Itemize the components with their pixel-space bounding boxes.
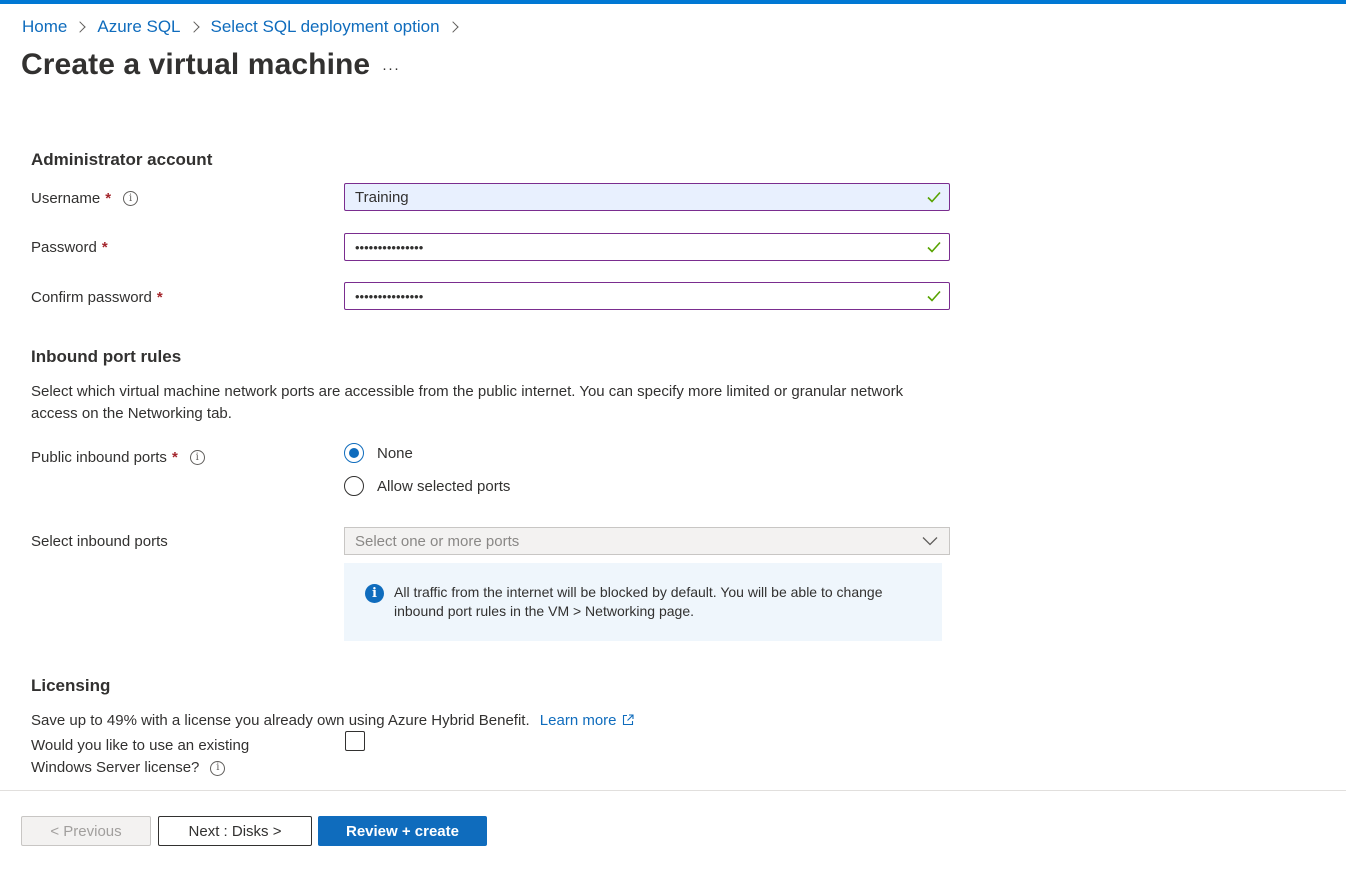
top-accent-bar <box>0 0 1346 4</box>
external-link-icon <box>622 714 634 726</box>
license-question-line2: Windows Server license? <box>31 759 200 776</box>
licensing-description-text: Save up to 49% with a license you alread… <box>31 712 530 729</box>
username-value[interactable]: Training <box>355 189 926 206</box>
public-inbound-label-text: Public inbound ports <box>31 449 167 466</box>
confirm-password-value[interactable]: ••••••••••••••• <box>355 289 926 304</box>
dropdown-placeholder[interactable]: Select one or more ports <box>355 533 922 550</box>
chevron-right-icon <box>74 21 87 33</box>
next-disks-button[interactable]: Next : Disks > <box>158 816 312 846</box>
page-title: Create a virtual machine <box>21 48 371 81</box>
info-icon[interactable]: i <box>189 450 205 465</box>
radio-label-none[interactable]: None <box>377 445 413 462</box>
required-mark: * <box>156 289 163 306</box>
radio-button-checked[interactable] <box>344 443 364 463</box>
confirm-password-label: Confirm password * <box>31 289 163 306</box>
chevron-right-icon <box>446 21 459 33</box>
password-label: Password * <box>31 239 108 256</box>
review-create-button[interactable]: Review + create <box>318 816 487 846</box>
required-mark: * <box>101 239 108 256</box>
info-icon: i <box>365 584 384 603</box>
required-mark: * <box>171 449 178 466</box>
section-title-inbound: Inbound port rules <box>31 347 182 366</box>
username-label-text: Username <box>31 190 101 207</box>
checkmark-icon <box>927 241 941 253</box>
license-question-line1: Would you like to use an existing <box>31 737 250 754</box>
required-mark: * <box>105 190 112 207</box>
previous-button[interactable]: < Previous <box>21 816 151 846</box>
radio-label-allow[interactable]: Allow selected ports <box>377 478 510 495</box>
inbound-description: Select which virtual machine network por… <box>31 383 904 422</box>
checkmark-icon <box>927 191 941 203</box>
confirm-password-label-text: Confirm password <box>31 289 152 306</box>
radio-allow-selected[interactable]: Allow selected ports <box>344 476 510 496</box>
password-label-text: Password <box>31 239 97 256</box>
info-message-bar: i All traffic from the internet will be … <box>344 563 942 641</box>
select-inbound-label: Select inbound ports <box>31 533 168 550</box>
inbound-ports-dropdown[interactable]: Select one or more ports <box>344 527 950 555</box>
learn-more-text[interactable]: Learn more <box>540 712 617 729</box>
radio-button[interactable] <box>344 476 364 496</box>
breadcrumb-select-deployment[interactable]: Select SQL deployment option <box>211 17 440 37</box>
public-inbound-label: Public inbound ports * i <box>31 449 205 466</box>
chevron-right-icon <box>187 21 200 33</box>
info-icon[interactable]: i <box>123 191 139 206</box>
section-title-admin: Administrator account <box>31 150 213 169</box>
radio-dot <box>349 448 359 458</box>
checkmark-icon <box>927 290 941 302</box>
confirm-password-field[interactable]: ••••••••••••••• <box>344 282 950 310</box>
chevron-down-icon <box>922 537 938 546</box>
license-question-line2-row: Windows Server license? i <box>31 757 331 779</box>
username-field[interactable]: Training <box>344 183 950 211</box>
learn-more-link[interactable]: Learn more <box>540 712 634 729</box>
info-icon[interactable]: i <box>210 760 226 776</box>
breadcrumb: Home Azure SQL Select SQL deployment opt… <box>22 16 470 38</box>
breadcrumb-azure-sql[interactable]: Azure SQL <box>97 17 180 37</box>
licensing-description: Save up to 49% with a license you alread… <box>31 710 951 732</box>
info-message-text: All traffic from the internet will be bl… <box>394 584 883 619</box>
breadcrumb-home[interactable]: Home <box>22 17 67 37</box>
password-field[interactable]: ••••••••••••••• <box>344 233 950 261</box>
username-label: Username * i <box>31 190 139 207</box>
radio-none[interactable]: None <box>344 443 413 463</box>
password-value[interactable]: ••••••••••••••• <box>355 240 926 255</box>
license-question: Would you like to use an existing Window… <box>31 735 331 779</box>
existing-license-checkbox[interactable] <box>345 731 365 751</box>
more-icon[interactable]: ··· <box>380 56 402 80</box>
footer-divider <box>0 790 1346 791</box>
section-title-licensing: Licensing <box>31 676 111 695</box>
